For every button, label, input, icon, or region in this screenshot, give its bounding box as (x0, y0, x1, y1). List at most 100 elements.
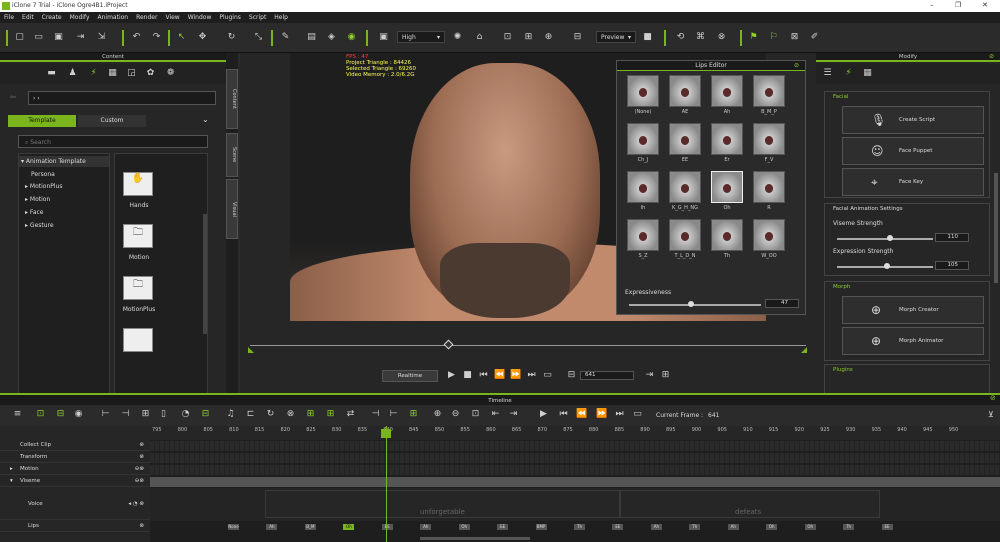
viseme-ah[interactable]: Ah (709, 75, 745, 121)
undo-icon[interactable]: ↶ (131, 32, 142, 43)
expression-strength-handle[interactable] (883, 263, 890, 269)
tree-item-persona[interactable]: Persona (19, 167, 109, 180)
tl-music-icon[interactable]: ♫ (225, 409, 236, 420)
tl-flatten-icon[interactable]: ⊏ (245, 409, 256, 420)
minimize-button[interactable]: – (930, 1, 934, 9)
display-icon[interactable]: ▤ (306, 32, 317, 43)
tab-scene[interactable]: Scene (226, 133, 238, 177)
home-icon[interactable]: ⌂ (474, 32, 485, 43)
track-audio-icons[interactable]: ◂ ◔ ⊗ (128, 488, 144, 520)
menu-modify[interactable]: Modify (66, 14, 94, 21)
eye-icon[interactable]: ◉ (346, 32, 357, 43)
timeline-h-scrollbar[interactable] (420, 537, 530, 540)
track-close-icon[interactable]: ⊗ (139, 452, 144, 463)
viseme-s-z[interactable]: S_Z (625, 219, 661, 265)
rotate-icon[interactable]: ↻ (226, 32, 237, 43)
tl-link-icon[interactable]: ⊗ (285, 409, 296, 420)
open-icon[interactable]: ▭ (33, 32, 44, 43)
motion-lane[interactable] (150, 465, 1000, 475)
lip-key[interactable]: EE (497, 524, 509, 530)
track-collect-clip[interactable]: Collect Clip ⊗ (0, 440, 150, 451)
tl-range-icon[interactable]: ⊞ (305, 409, 316, 420)
redo-icon[interactable]: ↷ (151, 32, 162, 43)
lip-key[interactable]: Ah (420, 524, 432, 530)
save-icon[interactable]: ▣ (53, 32, 64, 43)
view-mode-select[interactable]: Preview ▾ (596, 31, 636, 43)
settings-icon[interactable]: ⊞ (660, 370, 671, 381)
media-category-icon[interactable]: ✿ (145, 68, 156, 79)
viseme-lane[interactable] (150, 477, 1000, 487)
tl-insert-icon[interactable]: ⊣ (370, 409, 381, 420)
lip-key[interactable]: Th (843, 524, 855, 530)
lip-key[interactable]: Ah (266, 524, 278, 530)
modify-scrollbar[interactable] (994, 173, 998, 283)
tab-visual[interactable]: Visual (226, 179, 238, 239)
viseme-strength-slider[interactable] (837, 238, 933, 240)
lip-key[interactable]: Ah (650, 524, 662, 530)
timeline-scrubber[interactable] (250, 345, 806, 346)
checker-icon[interactable]: ▦ (862, 68, 873, 79)
lip-key[interactable]: Ah (727, 524, 739, 530)
tl-zoom-out-icon[interactable]: ⊖ (450, 409, 461, 420)
lip-key[interactable]: Th (574, 524, 585, 530)
menu-plugins[interactable]: Plugins (215, 14, 245, 21)
frame-input[interactable]: 641 (580, 371, 634, 380)
viseme-ae[interactable]: AE (667, 75, 703, 121)
pointer-icon[interactable]: ↖ (176, 32, 187, 43)
camera-icon[interactable]: ■ (642, 32, 653, 43)
tl-paste-icon[interactable]: ⊞ (140, 409, 151, 420)
create-script-button[interactable]: 🎙 Create Script (842, 106, 984, 134)
flag-icon[interactable]: ⚐ (768, 32, 779, 43)
search-input[interactable]: ⌕ Search (18, 135, 208, 148)
sun-icon[interactable]: ✺ (452, 32, 463, 43)
tl-cut-icon[interactable]: ⊢ (100, 409, 111, 420)
tree-item-motion[interactable]: ▸ Motion (19, 193, 109, 206)
playhead[interactable] (386, 426, 387, 542)
timeline-ruler[interactable]: 7958008058108158208258308358408458508558… (150, 426, 1000, 440)
tl-range2-icon[interactable]: ⊞ (325, 409, 336, 420)
tree-item-gesture[interactable]: ▸ Gesture (19, 219, 109, 232)
quality-select[interactable]: High ▾ (397, 31, 445, 43)
tl-play-icon[interactable]: ▶ (538, 409, 549, 420)
panel-close-icon[interactable]: ⊘ (989, 53, 994, 60)
light-icon[interactable]: ◈ (326, 32, 337, 43)
tl-loop-icon[interactable]: ↻ (265, 409, 276, 420)
motionplus-thumbnail[interactable]: 🗀 (123, 276, 153, 300)
expressiveness-slider-handle[interactable] (688, 301, 695, 307)
scale-icon[interactable]: ⤡ (253, 32, 264, 43)
link-icon[interactable]: ⊗ (716, 32, 727, 43)
prev-frame-icon[interactable]: ⏪ (494, 370, 505, 381)
face-puppet-button[interactable]: ☺ Face Puppet (842, 137, 984, 165)
fk-icon[interactable]: ⌘ (695, 32, 706, 43)
realtime-mode-button[interactable]: Realtime (382, 370, 438, 382)
lip-key[interactable]: Oh (343, 524, 355, 530)
export-icon[interactable]: ⇥ (75, 32, 86, 43)
morph-creator-button[interactable]: ⊕ Morph Creator (842, 296, 984, 324)
snap-icon[interactable]: ⊕ (543, 32, 554, 43)
lip-key[interactable]: EE (881, 524, 893, 530)
fit-icon[interactable]: ⊞ (523, 32, 534, 43)
tl-swap-icon[interactable]: ⇄ (345, 409, 356, 420)
timeline-close-icon[interactable]: ⊘ (990, 394, 996, 402)
tab-template[interactable]: Template (8, 115, 76, 127)
expression-strength-input[interactable]: 105 (935, 261, 969, 270)
back-arrow-icon[interactable]: ⇦ (10, 93, 16, 101)
track-viseme[interactable]: ▾ Viseme ⊖⊗ (0, 476, 150, 487)
export-frame-icon[interactable]: ⇥ (644, 370, 655, 381)
range-start-marker[interactable] (248, 347, 254, 353)
tl-delete-icon[interactable]: ⊢ (388, 409, 399, 420)
lip-key[interactable]: Oh (458, 524, 470, 530)
close-button[interactable]: ✕ (982, 1, 988, 9)
viseme-ch-j[interactable]: Ch_J (625, 123, 661, 169)
menu-script[interactable]: Script (245, 14, 270, 21)
track-options-icon[interactable]: ⊖⊗ (135, 464, 144, 475)
animation-category-icon[interactable]: ⚡ (88, 68, 99, 79)
tl-mark-icon[interactable]: ⊞ (408, 409, 419, 420)
chevron-down-icon[interactable]: ⌄ (202, 115, 209, 124)
new-icon[interactable]: ▢ (14, 32, 25, 43)
menu-render[interactable]: Render (132, 14, 161, 21)
track-close-icon[interactable]: ⊗ (139, 521, 144, 532)
lip-key[interactable]: None (228, 524, 239, 530)
scene-category-icon[interactable]: ▬ (46, 68, 57, 79)
panel-close-icon[interactable]: ⊘ (794, 62, 799, 69)
